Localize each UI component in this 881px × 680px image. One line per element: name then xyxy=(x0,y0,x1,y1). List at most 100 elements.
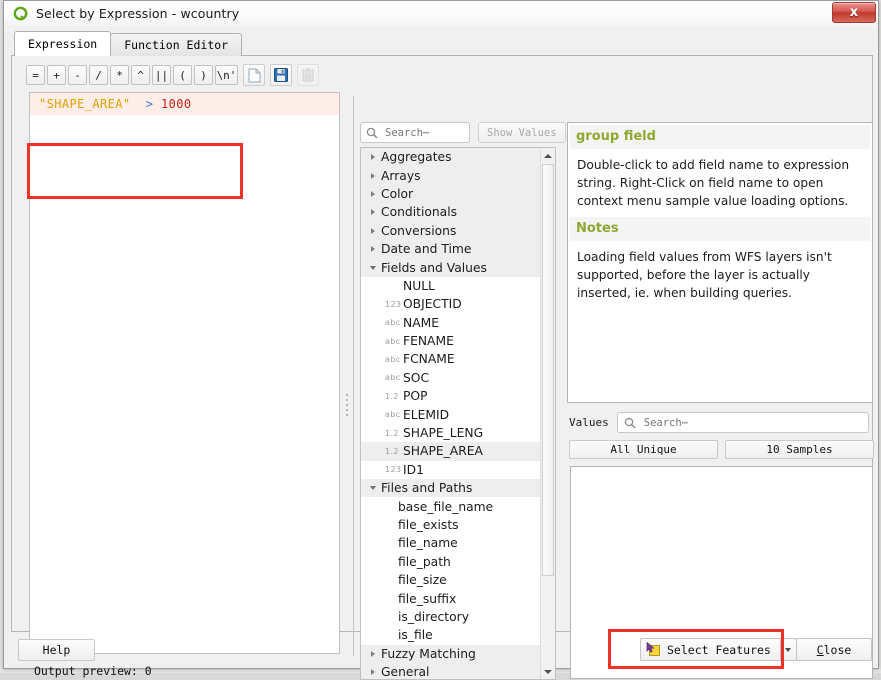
select-features-button[interactable]: Select Features xyxy=(640,638,780,661)
tree-group-fields-and-values[interactable]: Fields and Values xyxy=(361,258,555,277)
chevron-down-icon[interactable] xyxy=(367,266,378,270)
values-search-wrapper[interactable] xyxy=(616,412,869,433)
help-title: group field xyxy=(570,125,870,149)
tree-function-label: is_directory xyxy=(398,609,469,624)
chevron-right-icon[interactable] xyxy=(367,246,378,252)
field-type-badge: 123 xyxy=(385,299,402,309)
field-type-badge: 1.2 xyxy=(385,428,399,438)
close-dialog-button[interactable]: Close xyxy=(796,638,872,661)
tab-expression[interactable]: Expression xyxy=(14,31,112,56)
tree-function-file-suffix[interactable]: file_suffix xyxy=(361,589,555,607)
tree-group-date-and-time[interactable]: Date and Time xyxy=(361,239,555,259)
tree-group-color[interactable]: Color xyxy=(361,184,555,204)
tree-function-file-exists[interactable]: file_exists xyxy=(361,516,555,534)
op-power-button[interactable]: ^ xyxy=(131,65,150,85)
tree-group-arrays[interactable]: Arrays xyxy=(361,166,555,185)
op-multiply-button[interactable]: * xyxy=(110,65,129,85)
tree-field-pop[interactable]: 1.2 POP xyxy=(361,387,555,405)
chevron-right-icon[interactable] xyxy=(367,191,378,197)
chevron-right-icon[interactable] xyxy=(367,173,378,179)
tab-function-editor[interactable]: Function Editor xyxy=(110,33,243,56)
search-input[interactable] xyxy=(383,125,463,140)
tree-group-conversions[interactable]: Conversions xyxy=(361,221,555,240)
tree-field-shape_area[interactable]: 1.2 SHAPE_AREA xyxy=(361,442,555,461)
tree-field-soc[interactable]: abc SOC xyxy=(361,369,555,387)
tree-group-label: Date and Time xyxy=(381,242,472,257)
ten-samples-button[interactable]: 10 Samples xyxy=(725,440,874,459)
chevron-right-icon[interactable] xyxy=(367,651,378,657)
expression-line: "SHAPE_AREA" > 1000 xyxy=(30,93,339,115)
all-unique-button[interactable]: All Unique xyxy=(569,440,718,459)
output-preview-label: Output preview: 0 xyxy=(34,664,152,678)
op-paren-open-button[interactable]: ( xyxy=(173,65,192,85)
select-features-label: Select Features xyxy=(667,642,771,657)
tree-field-fename[interactable]: abc FENAME xyxy=(361,332,555,350)
tree-group-label: Files and Paths xyxy=(381,481,473,496)
tree-scrollbar[interactable] xyxy=(540,148,555,679)
scroll-up-icon[interactable] xyxy=(541,148,555,163)
tree-field-label: NULL xyxy=(403,278,435,293)
op-paren-close-button[interactable]: ) xyxy=(194,65,213,85)
tree-function-label: file_name xyxy=(398,536,458,551)
tree-group-conditionals[interactable]: Conditionals xyxy=(361,203,555,222)
chevron-right-icon[interactable] xyxy=(367,228,378,234)
tree-group-fuzzy-matching[interactable]: Fuzzy Matching xyxy=(361,644,555,663)
op-newline-button[interactable]: \n' xyxy=(215,65,238,85)
window-close-button[interactable]: x xyxy=(832,2,876,23)
tree-field-objectid[interactable]: 123 OBJECTID xyxy=(361,295,555,313)
values-search-input[interactable] xyxy=(641,415,842,430)
search-input-wrapper[interactable] xyxy=(360,122,470,143)
function-tree[interactable]: Aggregates Arrays Color Conditionals Convers… xyxy=(360,147,556,680)
tree-group-files-and-paths[interactable]: Files and Paths xyxy=(361,479,555,498)
tree-function-base-file-name[interactable]: base_file_name xyxy=(361,497,555,515)
op-plus-button[interactable]: + xyxy=(47,65,66,85)
tree-function-label: file_exists xyxy=(398,518,459,532)
expression-text-editor[interactable]: "SHAPE_AREA" > 1000 xyxy=(29,92,340,654)
tree-field-shape_leng[interactable]: 1.2 SHAPE_LENG xyxy=(361,424,555,442)
tab-strip: Expression Function Editor xyxy=(14,31,243,56)
help-notes-body: Loading field values from WFS layers isn… xyxy=(577,249,832,300)
field-type-badge: abc xyxy=(385,410,401,420)
chevron-right-icon[interactable] xyxy=(367,209,378,215)
field-type-badge: abc xyxy=(385,336,401,346)
scroll-down-icon[interactable] xyxy=(541,664,555,679)
tree-function-file-path[interactable]: file_path xyxy=(361,553,555,571)
chevron-right-icon[interactable] xyxy=(367,669,378,675)
tree-group-label: General xyxy=(381,665,430,680)
tree-group-label: Arrays xyxy=(381,168,421,183)
tree-group-aggregates[interactable]: Aggregates xyxy=(361,148,555,167)
chevron-down-icon[interactable] xyxy=(367,486,378,490)
chevron-right-icon[interactable] xyxy=(367,154,378,160)
tree-function-is-directory[interactable]: is_directory xyxy=(361,608,555,626)
tree-group-general[interactable]: General xyxy=(361,662,555,680)
tree-field-id1[interactable]: 123 ID1 xyxy=(361,461,555,479)
tree-field-label: FENAME xyxy=(403,334,454,349)
splitter-bar xyxy=(353,96,354,656)
op-divide-button[interactable]: / xyxy=(89,65,108,85)
tree-field-null[interactable]: NULL xyxy=(361,277,555,295)
scrollbar-thumb[interactable] xyxy=(542,164,554,576)
new-file-icon[interactable] xyxy=(243,64,265,86)
select-features-dropdown-arrow[interactable] xyxy=(779,638,797,661)
tree-group-label: Aggregates xyxy=(381,150,452,165)
delete-icon xyxy=(297,64,319,86)
tree-field-fcname[interactable]: abc FCNAME xyxy=(361,350,555,368)
help-notes-title: Notes xyxy=(570,216,870,241)
expression-field-token: "SHAPE_AREA" xyxy=(39,97,131,111)
tree-group-label: Conversions xyxy=(381,223,457,238)
tree-field-name[interactable]: abc NAME xyxy=(361,314,555,332)
help-button[interactable]: Help xyxy=(18,639,95,661)
op-concat-button[interactable]: || xyxy=(152,65,171,85)
tree-function-file-size[interactable]: file_size xyxy=(361,571,555,589)
panel-splitter[interactable] xyxy=(343,96,354,656)
save-icon[interactable] xyxy=(270,64,292,86)
search-icon xyxy=(366,127,378,139)
expression-tab-panel: = + - / * ^ || ( ) \n' "SHAPE_AREA" > 10… xyxy=(11,55,874,680)
tree-field-elemid[interactable]: abc ELEMID xyxy=(361,405,555,423)
op-minus-button[interactable]: - xyxy=(68,65,87,85)
tree-function-file-name[interactable]: file_name xyxy=(361,534,555,552)
tree-function-is-file[interactable]: is_file xyxy=(361,626,555,644)
op-equals-button[interactable]: = xyxy=(26,65,45,85)
expression-value-token: 1000 xyxy=(161,97,192,111)
tree-field-label: POP xyxy=(403,389,428,404)
